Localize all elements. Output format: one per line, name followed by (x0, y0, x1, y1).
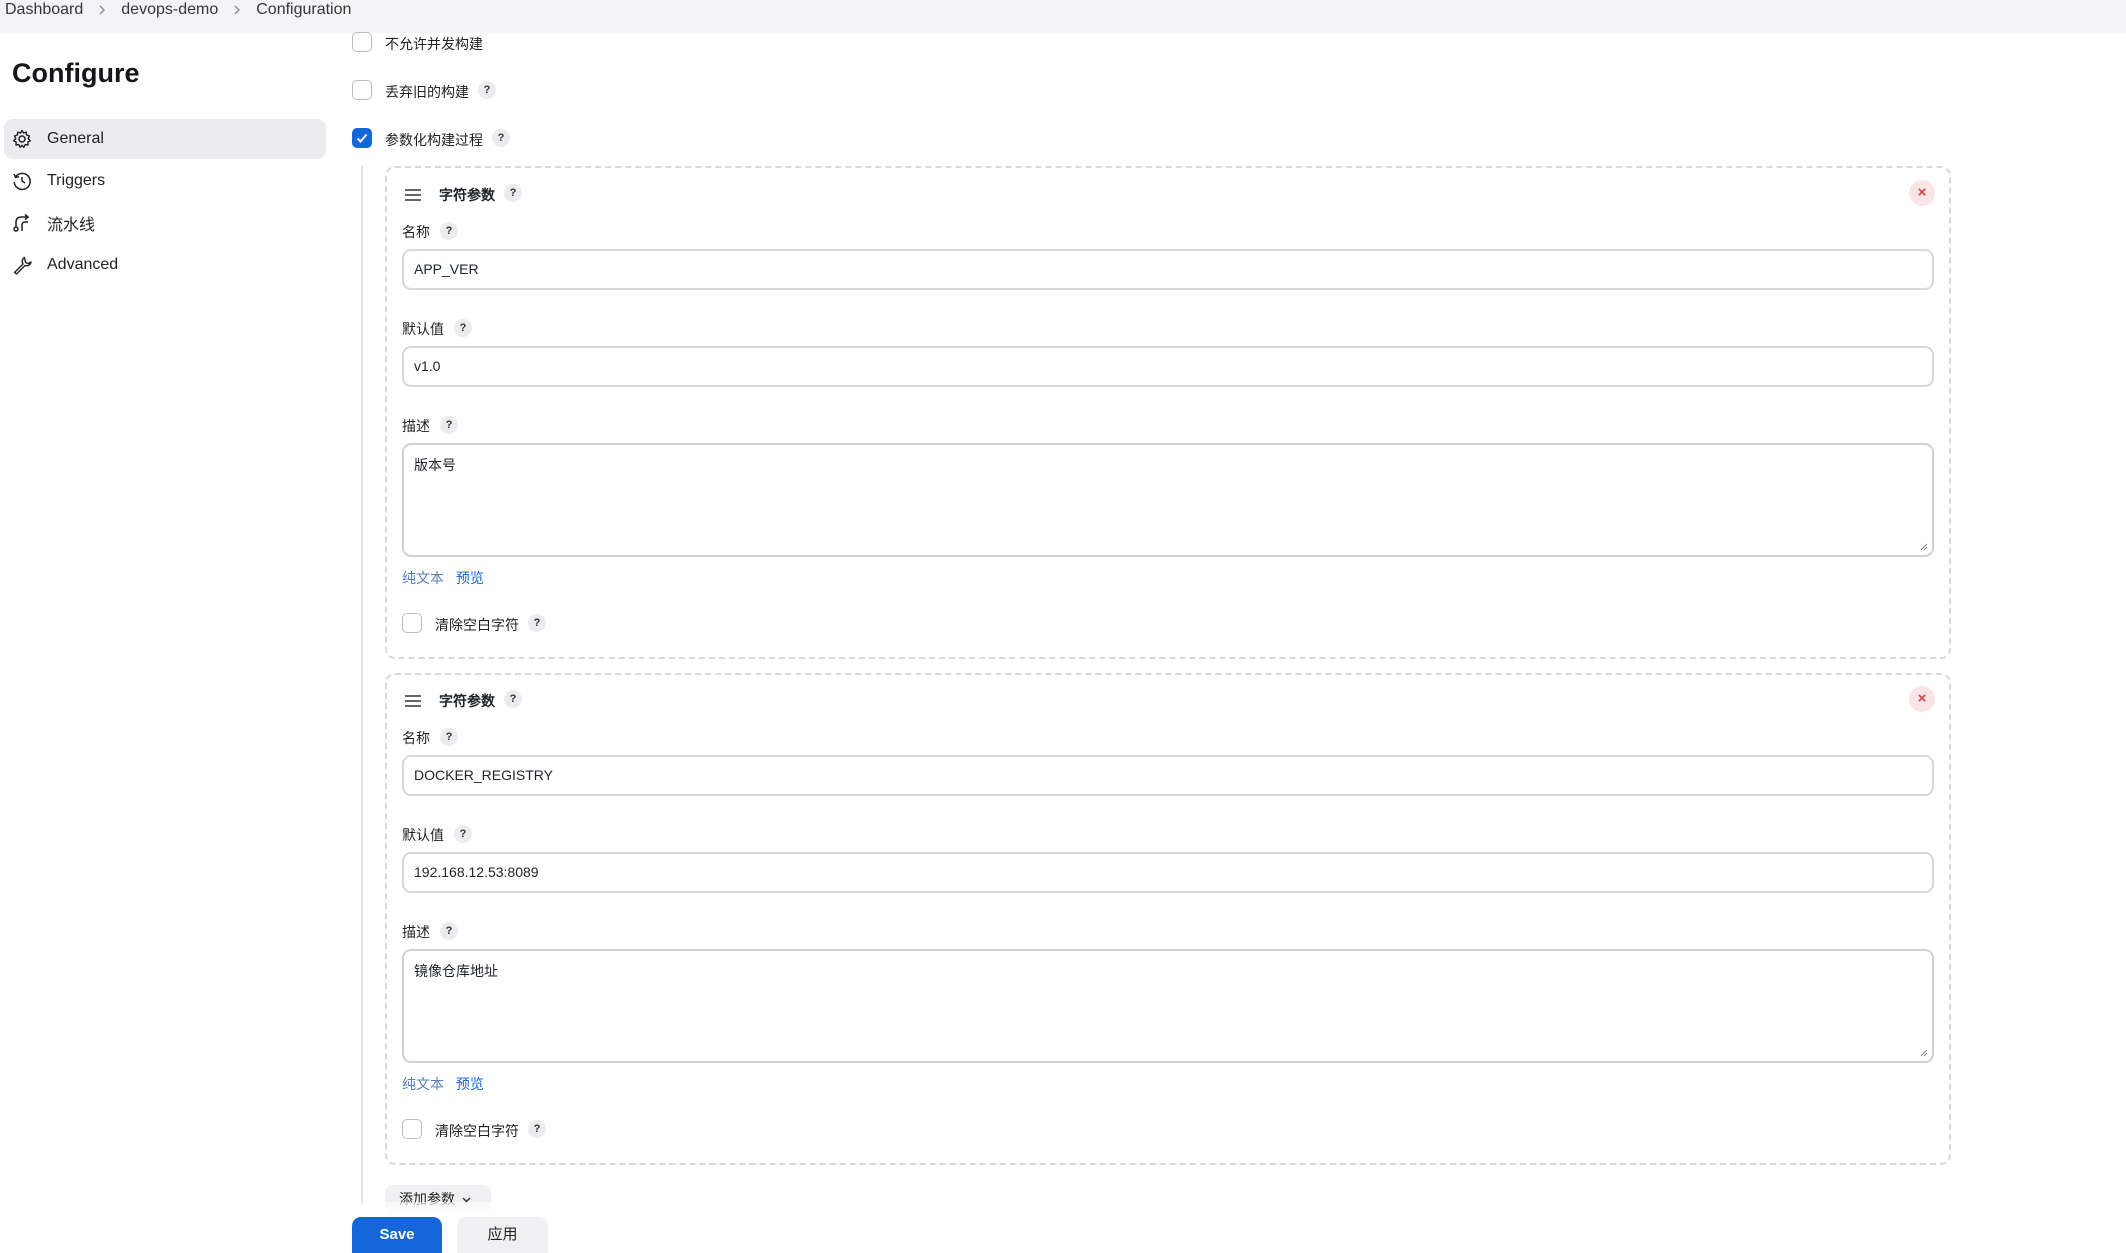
description-label: 描述 (402, 924, 430, 940)
format-links: 纯文本 预览 (402, 568, 484, 588)
parameter-name-input[interactable]: APP_VER (402, 249, 1934, 290)
preview-link[interactable]: 预览 (456, 570, 484, 586)
trim-whitespace-checkbox[interactable] (402, 1119, 422, 1139)
sidebar-item-label: General (47, 130, 104, 147)
page-title: Configure (12, 58, 140, 88)
plain-text-link[interactable]: 纯文本 (402, 570, 444, 586)
drag-handle-icon[interactable] (404, 188, 422, 202)
help-icon[interactable]: ? (492, 129, 510, 147)
help-icon[interactable]: ? (454, 319, 472, 337)
breadcrumb-dashboard[interactable]: Dashboard (5, 1, 83, 19)
chevron-right-icon (97, 5, 107, 15)
description-textarea[interactable]: 版本号 (402, 443, 1934, 557)
sidebar-item-label: Advanced (47, 256, 119, 273)
help-icon[interactable]: ? (478, 81, 496, 99)
help-icon[interactable]: ? (440, 922, 458, 940)
sidebar-item-triggers[interactable]: Triggers (4, 161, 326, 201)
parameter-type-title: 字符参数 (439, 693, 495, 709)
no-concurrent-checkbox[interactable] (352, 32, 372, 52)
clock-icon (12, 171, 32, 191)
save-button[interactable]: Save (352, 1217, 442, 1253)
name-label: 名称 (402, 224, 430, 240)
resize-grip-icon[interactable] (1920, 543, 1928, 551)
breadcrumb-bar: Dashboard devops-demo Configuration (0, 0, 2126, 33)
breadcrumb: Dashboard devops-demo Configuration (5, 0, 351, 20)
trim-whitespace-checkbox[interactable] (402, 613, 422, 633)
sidebar-item-advanced[interactable]: Advanced (4, 245, 326, 285)
apply-button[interactable]: 应用 (457, 1217, 548, 1253)
resize-grip-icon[interactable] (1920, 1049, 1928, 1057)
help-icon[interactable]: ? (440, 416, 458, 434)
default-value-input[interactable]: v1.0 (402, 346, 1934, 387)
trim-whitespace-label: 清除空白字符 (435, 1123, 519, 1139)
drag-handle-icon[interactable] (404, 694, 422, 708)
sidebar-item-general[interactable]: General (4, 119, 326, 159)
preview-link[interactable]: 预览 (456, 1076, 484, 1092)
default-value-label: 默认值 (402, 827, 444, 843)
default-value-label: 默认值 (402, 321, 444, 337)
wrench-icon (12, 255, 32, 275)
description-text: 镜像仓库地址 (414, 963, 498, 979)
description-label: 描述 (402, 418, 430, 434)
help-icon[interactable]: ? (528, 614, 546, 632)
discard-old-builds-label: 丢弃旧的构建 (385, 84, 469, 100)
remove-parameter-button[interactable]: × (1909, 686, 1935, 712)
parameterized-build-label: 参数化构建过程 (385, 132, 483, 148)
breadcrumb-configuration[interactable]: Configuration (256, 1, 351, 19)
parameter-name-input[interactable]: DOCKER_REGISTRY (402, 755, 1934, 796)
help-icon[interactable]: ? (528, 1120, 546, 1138)
chevron-right-icon (232, 5, 242, 15)
help-icon[interactable]: ? (504, 184, 522, 202)
checkmark-icon (356, 133, 368, 143)
sidebar-nav: General Triggers 流水线 Advanced (4, 119, 326, 287)
string-parameter-card: 字符参数 ? × 名称 ? APP_VER 默认值 ? v1.0 描述 ? 版本… (385, 166, 1951, 659)
parameter-type-title: 字符参数 (439, 187, 495, 203)
help-icon[interactable]: ? (454, 825, 472, 843)
description-text: 版本号 (414, 457, 456, 473)
plain-text-link[interactable]: 纯文本 (402, 1076, 444, 1092)
pipeline-icon (12, 213, 32, 233)
name-label: 名称 (402, 730, 430, 746)
breadcrumb-job[interactable]: devops-demo (121, 1, 218, 19)
sidebar-item-label: Triggers (47, 172, 106, 189)
string-parameter-card: 字符参数 ? × 名称 ? DOCKER_REGISTRY 默认值 ? 192.… (385, 673, 1951, 1165)
help-icon[interactable]: ? (440, 728, 458, 746)
trim-whitespace-label: 清除空白字符 (435, 617, 519, 633)
description-textarea[interactable]: 镜像仓库地址 (402, 949, 1934, 1063)
section-indent-line (361, 166, 363, 1206)
help-icon[interactable]: ? (440, 222, 458, 240)
no-concurrent-label: 不允许并发构建 (385, 36, 483, 52)
help-icon[interactable]: ? (504, 690, 522, 708)
sidebar-item-label: 流水线 (47, 217, 96, 234)
sidebar-item-pipeline[interactable]: 流水线 (4, 203, 326, 243)
gear-icon (12, 129, 32, 149)
remove-parameter-button[interactable]: × (1909, 180, 1935, 206)
discard-old-builds-checkbox[interactable] (352, 80, 372, 100)
parameterized-build-checkbox[interactable] (352, 128, 372, 148)
bottom-action-bar (333, 1202, 1963, 1253)
default-value-input[interactable]: 192.168.12.53:8089 (402, 852, 1934, 893)
format-links: 纯文本 预览 (402, 1074, 484, 1094)
